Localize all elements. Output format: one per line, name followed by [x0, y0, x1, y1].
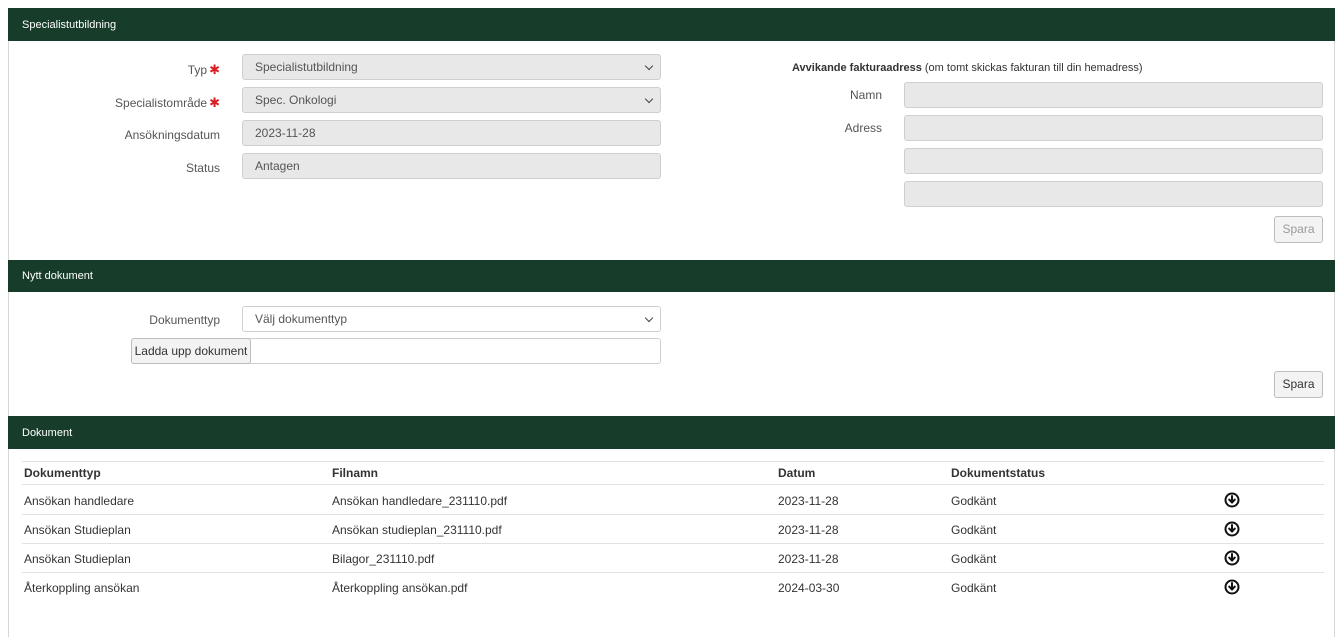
cell-status: Godkänt — [951, 523, 997, 537]
doctype-label: Dokumenttyp — [149, 313, 220, 327]
cell-status: Godkänt — [951, 581, 997, 595]
section-title: Dokument — [22, 426, 73, 439]
typ-label: Typ ✱ — [187, 62, 220, 77]
required-icon: ✱ — [209, 95, 220, 110]
file-upload-group: Ladda upp dokument — [131, 338, 661, 364]
column-header-datum: Datum — [778, 466, 816, 480]
status-label: Status — [185, 161, 220, 175]
doctype-placeholder: Välj dokumenttyp — [255, 312, 348, 326]
status-field: Antagen — [242, 153, 661, 179]
invoice-hint: (om tomt skickas fakturan till din hemad… — [924, 62, 1143, 74]
chevron-down-icon — [644, 61, 654, 71]
section-title: Nytt dokument — [22, 270, 93, 282]
section-header-specialistutbildning: Specialistutbildning — [8, 8, 1335, 41]
invoice-name-label: Namn — [849, 88, 882, 102]
invoice-title: Avvikande fakturaadress (om tomt skickas… — [792, 62, 1143, 74]
table-top-rule — [22, 461, 1324, 462]
download-circle-icon[interactable] — [1224, 521, 1240, 537]
table-header-rule — [22, 484, 1324, 485]
invoice-address-line1[interactable] — [904, 115, 1323, 141]
invoice-address-label: Adress — [844, 121, 882, 135]
invoice-address-line3[interactable] — [904, 181, 1323, 207]
invoice-save-button[interactable]: Spara — [1274, 216, 1323, 243]
cell-datum: 2023-11-28 — [778, 552, 839, 566]
download-circle-icon[interactable] — [1224, 492, 1240, 508]
doctype-select[interactable]: Välj dokumenttyp — [242, 306, 661, 332]
column-header-filnamn: Filnamn — [332, 466, 379, 480]
cell-filnamn: Bilagor_231110.pdf — [332, 552, 435, 566]
invoice-title-strong: Avvikande fakturaadress — [792, 62, 922, 74]
datum-field: 2023-11-28 — [242, 120, 661, 146]
cell-dokumenttyp: Ansökan Studieplan — [24, 523, 131, 537]
cell-datum: 2023-11-28 — [778, 494, 839, 508]
required-icon: ✱ — [209, 62, 220, 77]
cell-dokumenttyp: Ansökan handledare — [24, 494, 135, 508]
chevron-down-icon — [644, 94, 654, 104]
file-name-field[interactable] — [254, 339, 660, 363]
cell-filnamn: Ansökan studieplan_231110.pdf — [332, 523, 502, 537]
section-header-dokument: Dokument — [8, 416, 1335, 449]
section-title: Specialistutbildning — [22, 18, 117, 31]
typ-select[interactable]: Specialistutbildning — [242, 54, 661, 80]
cell-datum: 2023-11-28 — [778, 523, 839, 537]
cell-status: Godkänt — [951, 552, 997, 566]
download-circle-icon[interactable] — [1224, 579, 1240, 595]
cell-filnamn: Ansökan handledare_231110.pdf — [332, 494, 508, 508]
typ-value: Specialistutbildning — [255, 60, 358, 74]
column-header-dokumentstatus: Dokumentstatus — [951, 466, 1046, 480]
cell-datum: 2024-03-30 — [778, 581, 840, 595]
table-row-rule — [22, 543, 1324, 544]
invoice-address-line2[interactable] — [904, 148, 1323, 174]
table-row-rule — [22, 572, 1324, 573]
omrade-value: Spec. Onkologi — [255, 93, 337, 107]
invoice-name-input[interactable] — [904, 82, 1323, 108]
upload-document-button[interactable]: Ladda upp dokument — [131, 338, 251, 364]
upload-save-button[interactable]: Spara — [1274, 371, 1323, 398]
section-header-nytt-dokument: Nytt dokument — [8, 260, 1335, 292]
omrade-select[interactable]: Spec. Onkologi — [242, 87, 661, 113]
download-circle-icon[interactable] — [1224, 550, 1240, 566]
cell-dokumenttyp: Ansökan Studieplan — [24, 552, 131, 566]
column-header-dokumenttyp: Dokumenttyp — [24, 466, 101, 480]
chevron-down-icon — [644, 313, 654, 323]
cell-dokumenttyp: Återkoppling ansökan — [24, 581, 140, 595]
datum-label: Ansökningsdatum — [124, 128, 220, 142]
cell-status: Godkänt — [951, 494, 997, 508]
cell-filnamn: Återkoppling ansökan.pdf — [332, 581, 468, 595]
table-row-rule — [22, 514, 1324, 515]
omrade-label: Specialistområde ✱ — [115, 95, 220, 110]
